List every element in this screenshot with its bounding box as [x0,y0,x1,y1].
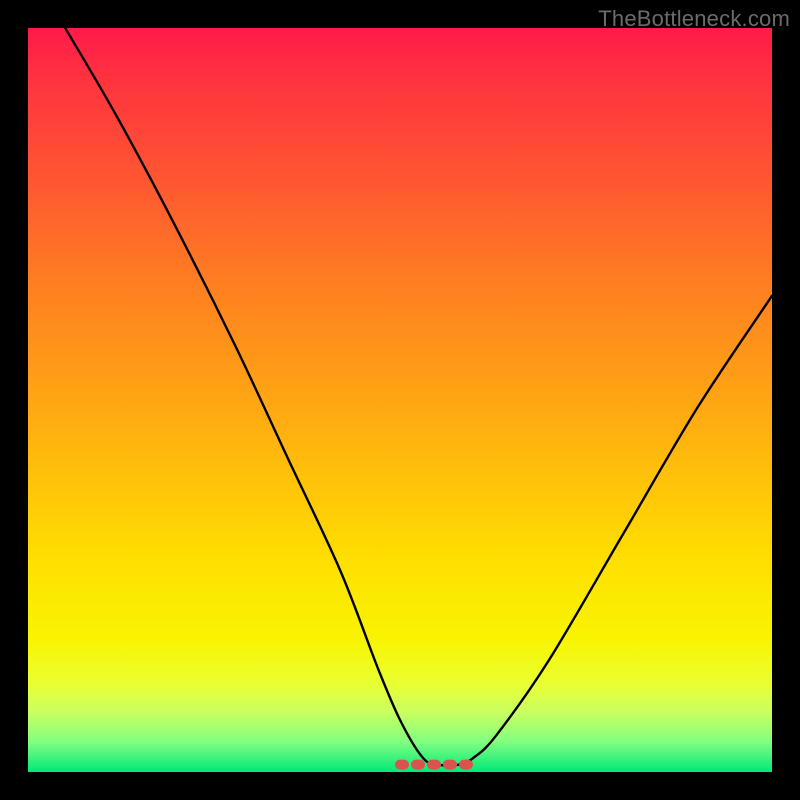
curve-svg [28,28,772,772]
bottleneck-curve [65,28,772,766]
plot-area [28,28,772,772]
chart-frame: TheBottleneck.com [0,0,800,800]
